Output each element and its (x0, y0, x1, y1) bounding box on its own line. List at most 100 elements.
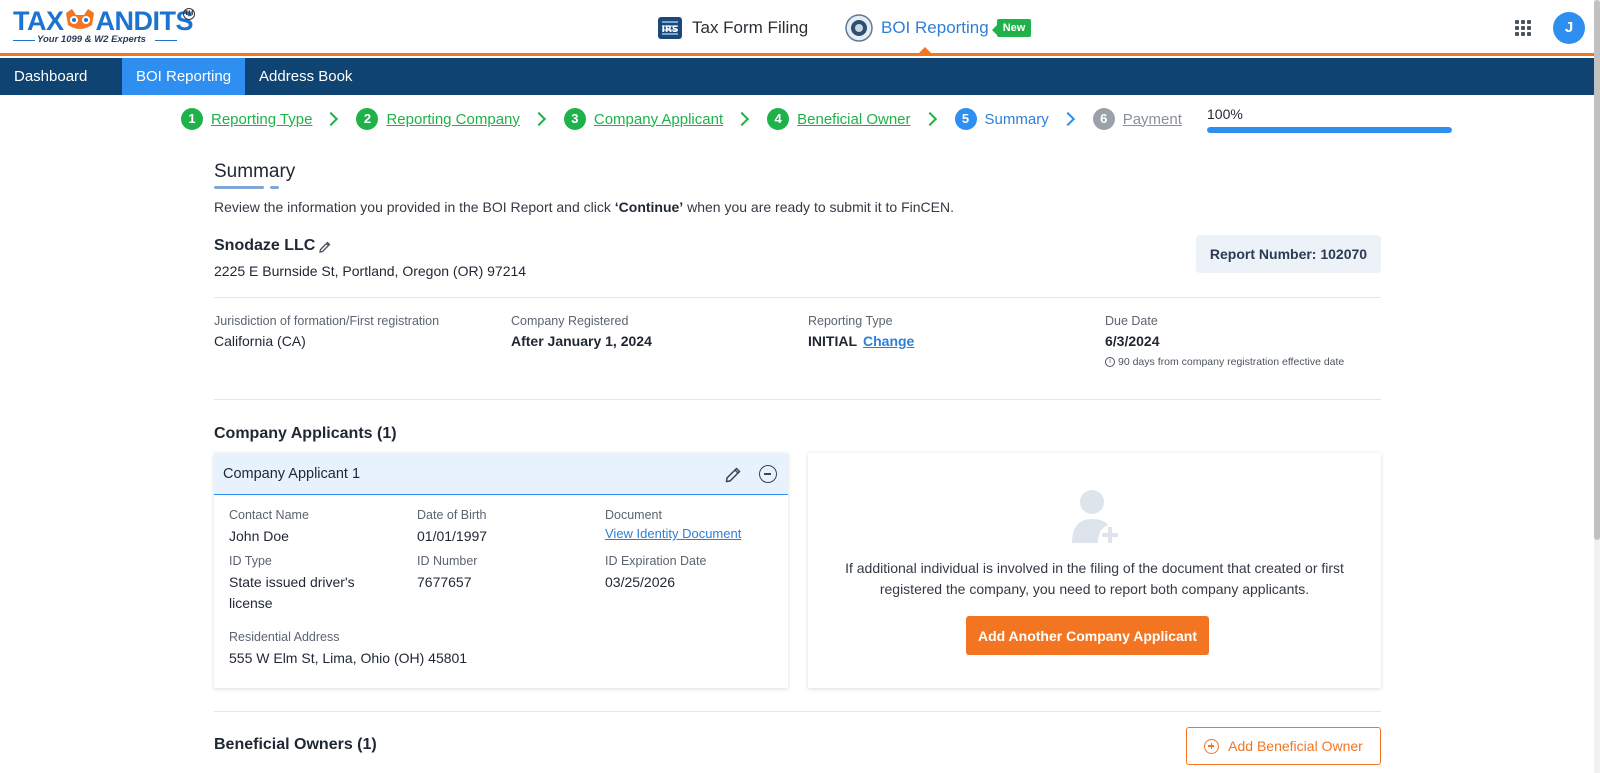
title-underline-dot (270, 186, 279, 189)
progress-fill (1207, 127, 1452, 133)
owl-icon (64, 7, 96, 29)
step-beneficial-owner[interactable]: 4 Beneficial Owner (767, 108, 911, 130)
summary-description: Review the information you provided in t… (214, 199, 954, 215)
field-label: Document (605, 508, 662, 522)
id-expiration-field: ID Expiration Date 03/25/2026 (605, 554, 706, 593)
progress-stepper: 1 Reporting Type 2 Reporting Company 3 C… (181, 107, 1182, 131)
main-nav: Dashboard BOI Reporting Address Book (0, 58, 1594, 95)
step-label: Company Applicant (593, 110, 724, 128)
field-label: Residential Address (229, 630, 340, 644)
top-header: TAX ANDITS Your 1099 & W2 Experts TM IRS … (0, 0, 1600, 56)
dob-field: Date of Birth 01/01/1997 (417, 508, 487, 547)
field-value: 7677657 (417, 574, 472, 590)
progress-percent: 100% (1207, 106, 1243, 122)
step-number: 4 (767, 108, 790, 130)
field-label: ID Expiration Date (605, 554, 707, 568)
due-date-value: 6/3/2024 (1105, 333, 1160, 349)
field-value: 555 W Elm St, Lima, Ohio (OH) 45801 (229, 650, 468, 666)
step-label: Reporting Company (386, 110, 520, 128)
step-payment[interactable]: 6 Payment (1092, 108, 1182, 130)
section-divider (214, 711, 1381, 712)
add-beneficial-owner-label: Add Beneficial Owner (1228, 738, 1363, 754)
taxbandits-logo[interactable]: TAX ANDITS Your 1099 & W2 Experts TM (13, 6, 195, 50)
step-company-applicant[interactable]: 3 Company Applicant (563, 108, 724, 130)
remove-minus-icon[interactable] (759, 465, 777, 483)
id-type-field: ID Type State issued driver's license (229, 554, 379, 614)
edit-pencil-icon[interactable] (318, 240, 332, 254)
title-underline (214, 186, 264, 189)
logo-wordmark: TAX ANDITS (13, 6, 193, 36)
registered-value: After January 1, 2024 (511, 333, 652, 349)
step-number: 2 (356, 108, 379, 130)
document-field: Document View Identity Document (605, 508, 741, 541)
section-divider (214, 399, 1381, 400)
company-applicants-heading: Company Applicants (1) (214, 425, 397, 442)
user-avatar[interactable]: J (1553, 12, 1585, 44)
irs-eagle-icon: IRS (656, 14, 684, 42)
field-value: John Doe (229, 528, 289, 544)
company-registered-field: Company Registered After January 1, 2024 (511, 314, 652, 349)
section-divider (214, 297, 1381, 298)
chevron-right-icon (735, 111, 750, 127)
step-reporting-type[interactable]: 1 Reporting Type (181, 108, 312, 130)
boi-reporting-link[interactable]: BOI Reporting New (845, 14, 1032, 42)
apps-grid-icon[interactable] (1515, 20, 1531, 36)
contact-name-field: Contact Name John Doe (229, 508, 309, 547)
chevron-right-icon (922, 111, 937, 127)
field-value: State issued driver's license (229, 574, 355, 611)
jurisdiction-label: Jurisdiction of formation/First registra… (214, 314, 440, 328)
fincen-seal-icon (845, 14, 873, 42)
field-label: ID Number (417, 554, 478, 568)
reporting-type-label: Reporting Type (808, 314, 893, 328)
step-number: 5 (954, 108, 977, 130)
chevron-right-icon (324, 111, 339, 127)
company-applicant-card: Company Applicant 1 Contact Name John Do… (214, 453, 788, 688)
view-identity-document-link[interactable]: View Identity Document (605, 526, 741, 541)
info-icon: i (1105, 357, 1115, 367)
residential-address-field: Residential Address 555 W Elm St, Lima, … (229, 630, 467, 669)
step-number: 1 (181, 108, 203, 130)
add-beneficial-owner-button[interactable]: Add Beneficial Owner (1186, 727, 1381, 765)
add-another-applicant-button[interactable]: Add Another Company Applicant (966, 616, 1209, 655)
progress-bar (1207, 127, 1452, 133)
applicant-card-header: Company Applicant 1 (214, 453, 788, 495)
step-number: 3 (563, 108, 586, 130)
boi-reporting-label: BOI Reporting (881, 18, 989, 37)
step-label: Payment (1122, 110, 1182, 128)
page-scrollbar[interactable] (1594, 0, 1600, 773)
nav-dashboard[interactable]: Dashboard (0, 58, 122, 95)
jurisdiction-field: Jurisdiction of formation/First registra… (214, 314, 439, 349)
step-label: Summary (984, 110, 1049, 128)
tax-form-filing-label: Tax Form Filing (692, 18, 809, 37)
step-label: Reporting Type (211, 110, 313, 128)
beneficial-owners-heading: Beneficial Owners (1) (214, 736, 377, 753)
new-badge: New (991, 19, 1032, 37)
reporting-type-field: Reporting Type INITIAL Change (808, 314, 914, 349)
svg-text:IRS: IRS (662, 25, 679, 35)
step-number: 6 (1092, 108, 1115, 130)
add-applicant-text: If additional individual is involved in … (845, 560, 1344, 597)
field-label: Contact Name (229, 508, 309, 522)
change-reporting-type-link[interactable]: Change (863, 333, 914, 349)
step-summary[interactable]: 5 Summary (954, 108, 1049, 130)
jurisdiction-value: California (CA) (214, 333, 306, 349)
company-name: Snodaze LLC (214, 237, 316, 254)
nav-address-book[interactable]: Address Book (245, 58, 366, 95)
due-date-field: Due Date 6/3/2024 i 90 days from company … (1105, 314, 1344, 368)
chevron-right-icon (531, 111, 546, 127)
logo-tagline: Your 1099 & W2 Experts (13, 34, 193, 45)
plus-circle-icon (1204, 738, 1220, 754)
nav-boi-reporting[interactable]: BOI Reporting (122, 58, 246, 95)
applicant-card-title: Company Applicant 1 (223, 465, 361, 482)
trademark-mark: TM (183, 8, 195, 20)
id-number-field: ID Number 7677657 (417, 554, 477, 593)
step-label: Beneficial Owner (797, 110, 911, 128)
registered-label: Company Registered (511, 314, 629, 328)
tax-form-filing-link[interactable]: IRS Tax Form Filing (656, 14, 808, 42)
edit-pencil-icon[interactable] (724, 466, 742, 484)
step-reporting-company[interactable]: 2 Reporting Company (356, 108, 520, 130)
field-value: 03/25/2026 (605, 574, 676, 590)
chevron-right-icon (1060, 111, 1075, 127)
scrollbar-thumb[interactable] (1594, 0, 1600, 540)
add-person-icon (1070, 489, 1122, 545)
